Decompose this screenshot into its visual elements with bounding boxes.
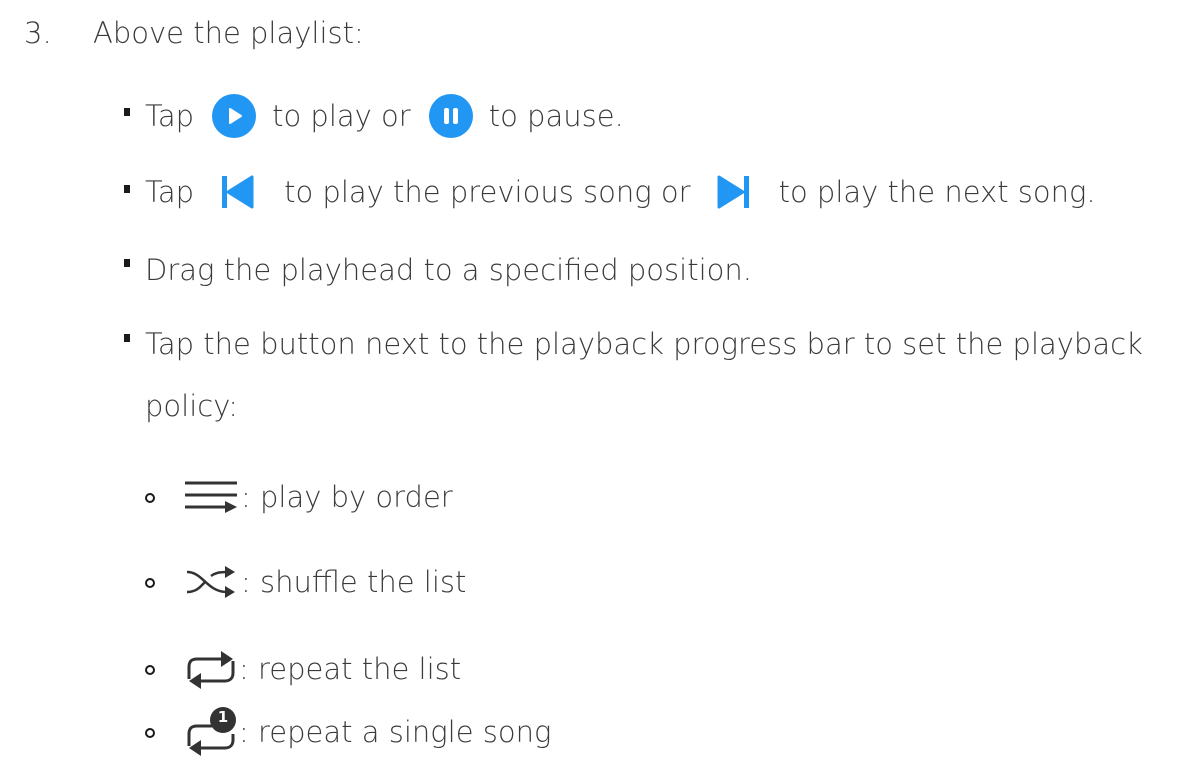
policy-item-shuffle: : shuffle the list: [183, 562, 466, 602]
step-number: 3.: [24, 16, 52, 50]
square-bullet: [124, 185, 130, 193]
circle-bullet: [145, 728, 155, 738]
bullet-text: to play or: [272, 98, 411, 133]
step-title: Above the playlist:: [93, 16, 364, 50]
bullet-text: to play the next song.: [778, 174, 1096, 209]
policy-item-repeat-single: 1 : repeat a single song: [183, 704, 551, 760]
repeat-list-icon: [183, 645, 239, 693]
next-song-icon: [713, 171, 753, 213]
play-by-order-icon: [183, 477, 239, 517]
bullet-drag: Drag the playhead to a specified positio…: [145, 253, 752, 287]
bullet-prev-next: Tap to play the previous song or to play…: [145, 170, 1096, 214]
pause-icon: [428, 94, 473, 138]
shuffle-icon: [183, 562, 239, 602]
square-bullet: [124, 108, 130, 116]
policy-item-repeat-list: : repeat the list: [183, 645, 461, 693]
play-icon: [212, 94, 257, 138]
policy-label: : repeat a single song: [239, 714, 552, 749]
repeat-single-icon: 1: [183, 704, 239, 760]
circle-bullet: [145, 493, 155, 503]
circle-bullet: [145, 665, 155, 675]
square-bullet: [124, 259, 130, 267]
bullet-text: to pause.: [488, 98, 624, 133]
circle-bullet: [145, 578, 155, 588]
square-bullet: [124, 334, 130, 342]
policy-label: : repeat the list: [239, 651, 462, 686]
bullet-play-pause: Tap to play or to pause.: [145, 94, 624, 138]
bullet-text: Tap: [145, 174, 195, 209]
policy-label: : play by order: [241, 479, 453, 514]
bullet-policy-line1: Tap the button next to the playback prog…: [145, 327, 1143, 361]
bullet-policy-line2: policy:: [145, 389, 239, 423]
bullet-text: to play the previous song or: [284, 174, 691, 209]
previous-song-icon: [218, 171, 258, 213]
bullet-text: Tap: [145, 98, 195, 133]
policy-item-order: : play by order: [183, 477, 453, 517]
policy-label: : shuffle the list: [241, 564, 467, 599]
repeat-single-badge: 1: [217, 708, 229, 726]
